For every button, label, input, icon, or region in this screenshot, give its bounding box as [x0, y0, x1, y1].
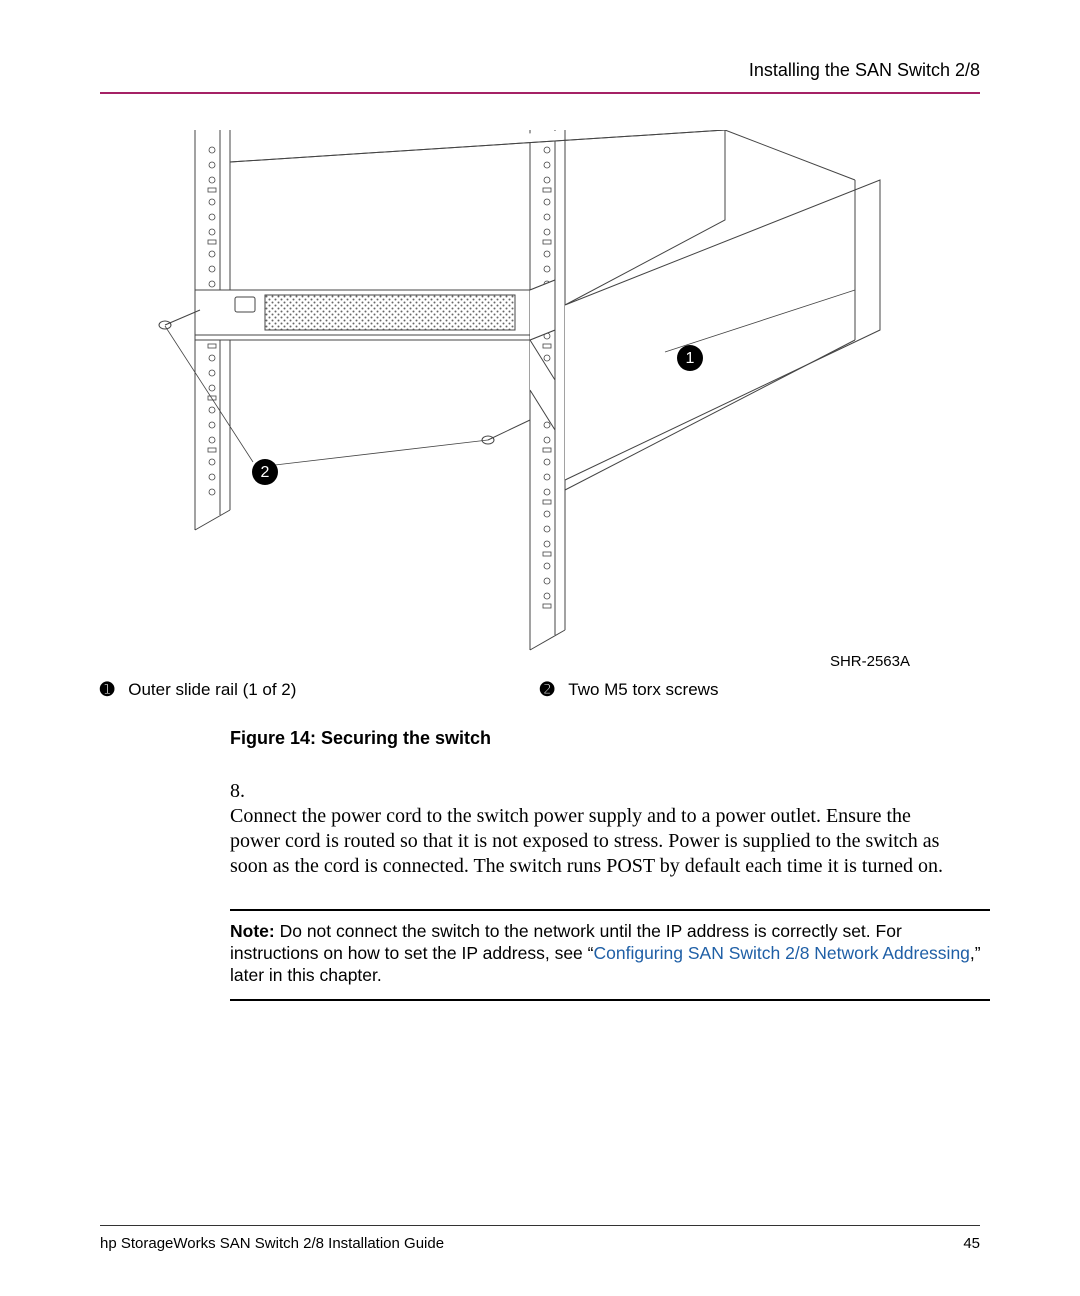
- page-footer: hp StorageWorks SAN Switch 2/8 Installat…: [100, 1235, 980, 1252]
- callout-2-icon: ➋: [540, 680, 554, 700]
- rack-diagram: 1 2: [100, 130, 980, 670]
- callout-1: ➊ Outer slide rail (1 of 2): [100, 680, 540, 700]
- switch-device: [195, 280, 555, 430]
- perforation-pattern: [265, 295, 515, 330]
- page-number: 45: [963, 1235, 980, 1252]
- figure-14: 1 2 SHR-2563A: [100, 130, 980, 670]
- footer-rule: [100, 1225, 980, 1226]
- callout-bubble-1: 1: [677, 345, 703, 371]
- svg-text:1: 1: [686, 350, 695, 367]
- note-label: Note:: [230, 921, 275, 941]
- chapter-title: Installing the SAN Switch 2/8: [749, 60, 980, 81]
- step-number: 8.: [230, 779, 260, 804]
- callouts-legend: ➊ Outer slide rail (1 of 2) ➋ Two M5 tor…: [100, 680, 980, 700]
- figure-code: SHR-2563A: [830, 653, 910, 670]
- note-text: Note: Do not connect the switch to the n…: [230, 921, 981, 985]
- note-link[interactable]: Configuring SAN Switch 2/8 Network Addre…: [593, 943, 969, 963]
- callout-1-text: Outer slide rail (1 of 2): [128, 680, 296, 700]
- callout-1-icon: ➊: [100, 680, 114, 700]
- footer-title: hp StorageWorks SAN Switch 2/8 Installat…: [100, 1235, 444, 1252]
- callout-bubble-2: 2: [252, 459, 278, 485]
- screw-right: [482, 420, 530, 444]
- leader-line-2: [165, 326, 488, 465]
- page-header: Installing the SAN Switch 2/8: [100, 60, 980, 100]
- note-block: Note: Do not connect the switch to the n…: [230, 909, 990, 1001]
- page: Installing the SAN Switch 2/8: [0, 0, 1080, 1296]
- svg-text:2: 2: [261, 464, 270, 481]
- figure-caption: Figure 14: Securing the switch: [230, 728, 980, 749]
- header-rule: [100, 92, 980, 94]
- step-8: 8. Connect the power cord to the switch …: [230, 779, 980, 879]
- note-rule-top: [230, 909, 990, 911]
- note-rule-bottom: [230, 999, 990, 1001]
- callout-2: ➋ Two M5 torx screws: [540, 680, 980, 700]
- step-text: Connect the power cord to the switch pow…: [230, 804, 950, 879]
- callout-2-text: Two M5 torx screws: [568, 680, 718, 700]
